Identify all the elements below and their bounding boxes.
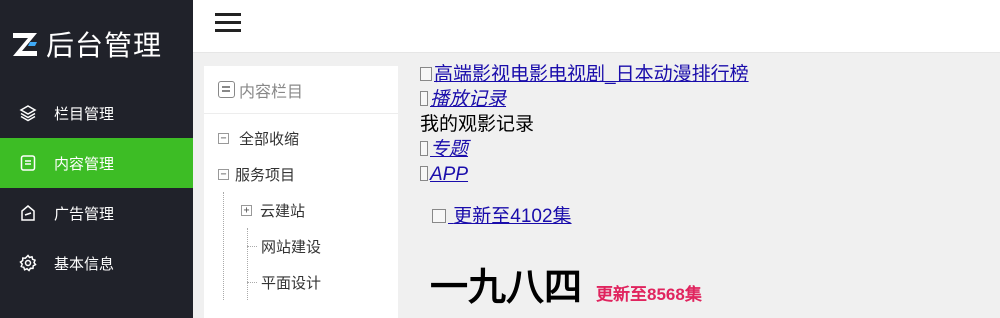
image-alt-text: 高端影视电影电视剧_日本动漫排行榜 [434,64,749,85]
missing-glyph-icon [420,91,428,106]
missing-glyph-icon [420,141,428,156]
tree-item-label: 全部收缩 [239,129,300,148]
collapse-icon[interactable]: − [218,168,229,180]
update-row: 更新至4102集 [432,201,572,228]
app-link[interactable]: APP [420,162,749,187]
z-logo-icon [8,27,42,61]
link-label: 专题 [430,139,469,160]
sidebar-item-label: 基本信息 [54,254,115,273]
content-tree-panel: 内容栏目 − 全部收缩 − 服务项目 + 云建站 网站建设 平面设计 [204,66,398,318]
menu-toggle-icon[interactable] [215,13,241,35]
topic-link[interactable]: 专题 [420,137,749,162]
sidebar-item-column-management[interactable]: 栏目管理 [0,88,193,138]
sidebar-item-ad-management[interactable]: 广告管理 [0,188,193,238]
broken-image-icon [432,209,446,223]
app-title: 后台管理 [46,29,163,62]
document-icon [18,153,38,173]
tree-item-label: 网站建设 [261,237,322,256]
logo[interactable]: 后台管理 [0,0,193,88]
sidebar-item-label: 内容管理 [54,154,115,173]
sidebar-item-label: 栏目管理 [54,104,115,123]
play-history-link[interactable]: 播放记录 [420,87,749,112]
sidebar-item-content-management[interactable]: 内容管理 [0,138,193,188]
tree-item-graphic-design[interactable]: 平面设计 [218,264,398,300]
banner-image-link[interactable]: 高端影视电影电视剧_日本动漫排行榜 [420,62,749,87]
layers-icon [18,103,38,123]
broken-image-icon [420,67,432,81]
sidebar-item-label: 广告管理 [54,204,115,223]
tree-item-collapse-all[interactable]: − 全部收缩 [218,120,398,156]
tree-item-services[interactable]: − 服务项目 [218,156,398,192]
ad-icon [18,203,38,223]
tree-header: 内容栏目 [204,66,398,114]
content-area: 高端影视电影电视剧_日本动漫排行榜 播放记录 我的观影记录 专题 APP [420,62,749,187]
tree-item-label: 服务项目 [235,165,296,184]
tree-item-cloud-site[interactable]: + 云建站 [218,192,398,228]
link-label: 更新至4102集 [453,206,572,227]
document-icon [218,81,235,98]
video-title[interactable]: 一九八四 [430,256,582,311]
expand-icon[interactable]: + [241,204,252,216]
sidebar: 后台管理 栏目管理 内容管理 广告管理 基本信息 [0,0,193,318]
collapse-icon[interactable]: − [218,132,229,144]
tree-header-label: 内容栏目 [239,81,304,101]
link-label: APP [430,164,469,185]
sidebar-item-basic-info[interactable]: 基本信息 [0,238,193,288]
update-link[interactable]: 更新至4102集 [432,206,572,227]
history-text: 我的观影记录 [420,114,535,135]
top-bar [193,0,1000,53]
tree-item-label: 云建站 [260,201,306,220]
tree-item-label: 平面设计 [261,273,322,292]
gear-icon [18,253,38,273]
missing-glyph-icon [420,166,428,181]
tree-item-website-building[interactable]: 网站建设 [218,228,398,264]
link-label: 播放记录 [430,89,507,110]
update-badge: 更新至8568集 [596,285,702,304]
video-title-row: 一九八四 更新至8568集 [430,256,702,311]
